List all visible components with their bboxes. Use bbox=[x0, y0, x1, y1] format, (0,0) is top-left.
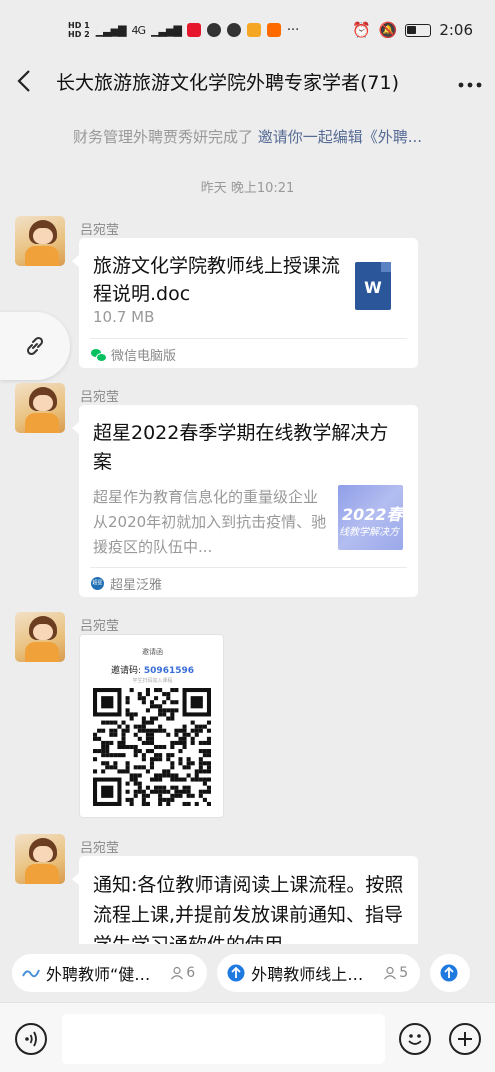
avatar-body bbox=[25, 413, 59, 433]
pinned-chip[interactable]: 外聘教师“健… 6 bbox=[12, 954, 208, 992]
qq-icon bbox=[206, 23, 221, 37]
avatar-face bbox=[33, 228, 53, 244]
thumbnail-line2: 线教学解决方 bbox=[339, 527, 399, 538]
emoji-icon bbox=[408, 1034, 422, 1045]
pinned-chips-row: 外聘教师“健… 6 外聘教师线上… 5 bbox=[0, 944, 495, 1002]
qr-code-image bbox=[93, 688, 211, 806]
battery-icon bbox=[405, 23, 432, 37]
article-message-card[interactable]: 超星2022春季学期在线教学解决方案 超星作为教育信息化的重量级企业从2020年… bbox=[72, 405, 418, 597]
pinned-chip-partial[interactable] bbox=[430, 954, 471, 992]
pinned-chip[interactable]: 外聘教师线上… 5 bbox=[217, 954, 421, 992]
link-float-button[interactable] bbox=[0, 312, 70, 380]
plus-icon bbox=[458, 1032, 472, 1046]
file-title: 旅游文化学院教师线上授课流程说明.doc bbox=[93, 255, 341, 305]
avatar-face bbox=[33, 395, 53, 411]
network-label: 4G bbox=[131, 23, 146, 37]
chaoxing-icon: 超星 bbox=[91, 577, 104, 590]
image-message[interactable]: 邀请函 邀请码: 50961596 学生扫码加入课程 bbox=[79, 634, 224, 818]
invite-edit-link[interactable]: 邀请你一起编辑《外聘... bbox=[258, 128, 422, 146]
signal-icon-2: ▁▃▅▇ bbox=[151, 23, 182, 37]
avatar-face bbox=[33, 624, 53, 640]
emoji-button[interactable] bbox=[399, 1023, 431, 1055]
more-notifications: ··· bbox=[286, 22, 300, 38]
avatar[interactable] bbox=[15, 612, 65, 662]
message-input[interactable] bbox=[62, 1014, 385, 1064]
chip-label: 外聘教师“健… bbox=[46, 965, 151, 984]
file-message-card[interactable]: 旅游文化学院教师线上授课流程说明.doc 10.7 MB W 微信电脑版 bbox=[72, 238, 418, 368]
status-right: ⏰ 🔕 2:06 bbox=[352, 21, 473, 39]
hd2-label: HD 2 bbox=[68, 30, 90, 39]
doc-collab-icon bbox=[22, 969, 40, 978]
chat-icon bbox=[226, 23, 241, 37]
avatar[interactable] bbox=[15, 216, 65, 266]
qr-subtext: 学生扫码加入课程 bbox=[132, 678, 173, 684]
qr-header: 邀请函 bbox=[142, 648, 163, 656]
app-icon bbox=[246, 23, 261, 37]
chip-count: 5 bbox=[399, 965, 409, 981]
status-bar: HD 1 HD 2 ▁▃▅▇ 4G ▁▃▅▇ ··· ⏰ 🔕 2:06 bbox=[0, 0, 495, 60]
file-source-label: 微信电脑版 bbox=[111, 349, 177, 364]
sender-name: 吕宛莹 bbox=[80, 619, 120, 634]
wechat-icon bbox=[91, 348, 107, 362]
status-time: 2:06 bbox=[439, 21, 473, 39]
chat-title: 长大旅游旅游文化学院外聘专家学者(71) bbox=[56, 71, 400, 94]
thumbnail-line1: 2022春季 bbox=[342, 505, 403, 524]
more-functions-button[interactable] bbox=[449, 1023, 481, 1055]
file-source: 微信电脑版 bbox=[91, 345, 176, 364]
qr-label: 邀请码: bbox=[110, 666, 142, 676]
avatar-body bbox=[25, 864, 59, 884]
hd1-label: HD 1 bbox=[68, 21, 90, 30]
mute-icon: 🔕 bbox=[378, 21, 398, 39]
message-timestamp: 昨天 晚上10:21 bbox=[200, 181, 295, 196]
qr-code-number: 50961596 bbox=[143, 666, 195, 676]
avatar[interactable] bbox=[15, 834, 65, 884]
sender-name: 吕宛莹 bbox=[80, 841, 120, 856]
more-icon bbox=[458, 82, 482, 87]
word-file-icon: W bbox=[355, 262, 391, 310]
voice-icon bbox=[25, 1031, 37, 1047]
avatar[interactable] bbox=[15, 383, 65, 433]
qr-invite-row: 邀请码: 50961596 bbox=[80, 663, 225, 676]
system-note: 财务管理外聘贾秀妍完成了 邀请你一起编辑《外聘... bbox=[0, 126, 495, 147]
card-divider bbox=[90, 338, 407, 339]
share-icon bbox=[227, 964, 245, 982]
avatar-face bbox=[33, 846, 53, 862]
more-button[interactable] bbox=[445, 69, 495, 94]
person-icon bbox=[384, 966, 397, 980]
sender-name: 吕宛莹 bbox=[80, 390, 120, 405]
article-description: 超星作为教育信息化的重量级企业从2020年初就加入到抗击疫情、驰援疫区的队伍中.… bbox=[93, 488, 327, 556]
voice-input-button[interactable] bbox=[15, 1023, 47, 1055]
word-icon-letter: W bbox=[364, 278, 382, 297]
share-icon bbox=[440, 964, 458, 982]
nav-bar: 长大旅游旅游文化学院外聘专家学者(71) bbox=[0, 60, 495, 102]
back-arrow-icon bbox=[17, 70, 30, 92]
article-title: 超星2022春季学期在线教学解决方案 bbox=[93, 422, 389, 473]
person-icon bbox=[171, 966, 184, 980]
system-note-text: 财务管理外聘贾秀妍完成了 bbox=[72, 128, 253, 146]
signal-icon: ▁▃▅▇ bbox=[95, 23, 127, 37]
chip-member-count: 6 bbox=[170, 965, 195, 981]
weibo-icon bbox=[186, 23, 201, 37]
chip-member-count: 5 bbox=[383, 965, 408, 981]
link-icon bbox=[26, 336, 44, 356]
avatar-body bbox=[25, 246, 59, 266]
alarm-icon: ⏰ bbox=[351, 21, 371, 39]
article-source-label: 超星泛雅 bbox=[110, 578, 163, 593]
card-divider bbox=[90, 567, 407, 568]
sender-name: 吕宛莹 bbox=[80, 223, 120, 238]
chip-label: 外聘教师线上… bbox=[251, 965, 364, 984]
back-button[interactable] bbox=[0, 60, 48, 102]
play-icon bbox=[266, 23, 281, 37]
hd-indicator: HD 1 HD 2 bbox=[68, 21, 90, 39]
status-indicators: HD 1 HD 2 ▁▃▅▇ 4G ▁▃▅▇ ··· bbox=[68, 21, 299, 39]
avatar-body bbox=[25, 642, 59, 662]
chip-count: 6 bbox=[186, 965, 196, 981]
article-thumbnail: 2022春季 线教学解决方 bbox=[338, 485, 403, 550]
article-source: 超星 超星泛雅 bbox=[91, 574, 162, 593]
chat-input-bar bbox=[0, 1002, 495, 1072]
file-size: 10.7 MB bbox=[93, 308, 155, 326]
